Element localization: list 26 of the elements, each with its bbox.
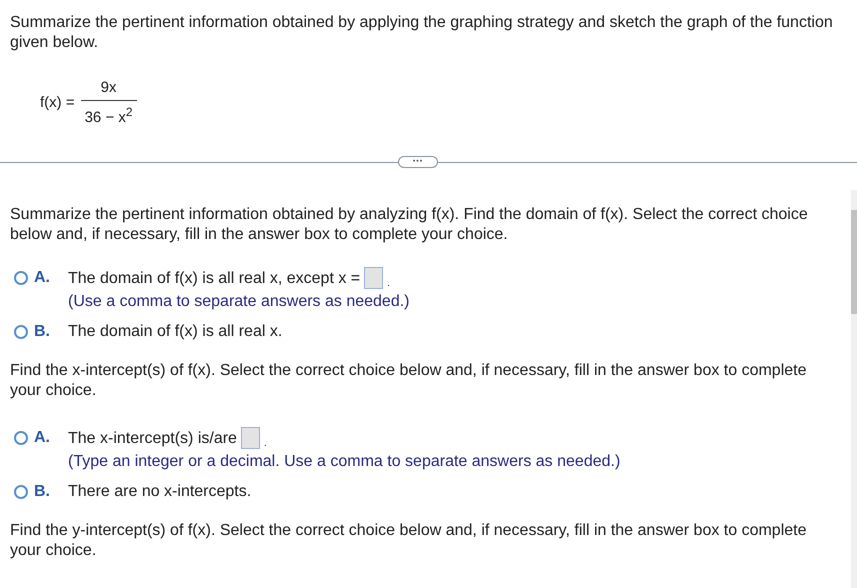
function-label: f(x) = — [40, 94, 75, 111]
hint-text: (Use a comma to separate answers as needed.) — [68, 293, 410, 311]
radio-button[interactable] — [14, 325, 28, 339]
choice-text: The domain of f(x) is all real x, except x = — [68, 270, 360, 288]
prompt-text: Find the y-intercept(s) of f(x). Select the correct choice below and, if necessary, fill in the answer box to complete your choice. — [10, 521, 808, 561]
prompt-text: Find the x-intercept(s) of f(x). Select the correct choice below and, if necessary, fill in the answer box to complete your choice. — [10, 361, 808, 401]
scrollbar[interactable] — [851, 190, 857, 588]
choice-letter: B. — [34, 323, 51, 341]
choice-letter: A. — [34, 269, 51, 287]
question-text: Summarize the pertinent information obtained by applying the graphing strategy and sketch the graph of the function given below. — [9, 13, 834, 53]
answer-box[interactable] — [240, 427, 260, 449]
numerator: 9x — [100, 79, 116, 98]
choice-text: The x-intercept(s) is/are — [68, 430, 237, 448]
prompt-text: Summarize the pertinent information obtained by analyzing f(x). Find the domain of f(x). Select the correct choice below and, if necessary, fill in the answer box to complete your choice. — [10, 205, 809, 245]
period-text: . — [387, 278, 390, 289]
choice-letter: B. — [34, 483, 51, 501]
radio-button[interactable] — [14, 431, 28, 445]
hint-text: (Type an integer or a decimal. Use a comma to separate answers as needed.) — [68, 453, 622, 471]
choice-text: There are no x-intercepts. — [68, 483, 252, 501]
radio-button[interactable] — [14, 271, 28, 285]
choice-text: The domain of f(x) is all real x. — [68, 323, 284, 341]
period-text: . — [264, 438, 267, 449]
radio-button[interactable] — [14, 485, 28, 499]
choice-letter: A. — [34, 429, 51, 447]
denominator: 36 − x$^{2}$ — [80, 100, 137, 126]
answer-box[interactable] — [364, 267, 384, 289]
